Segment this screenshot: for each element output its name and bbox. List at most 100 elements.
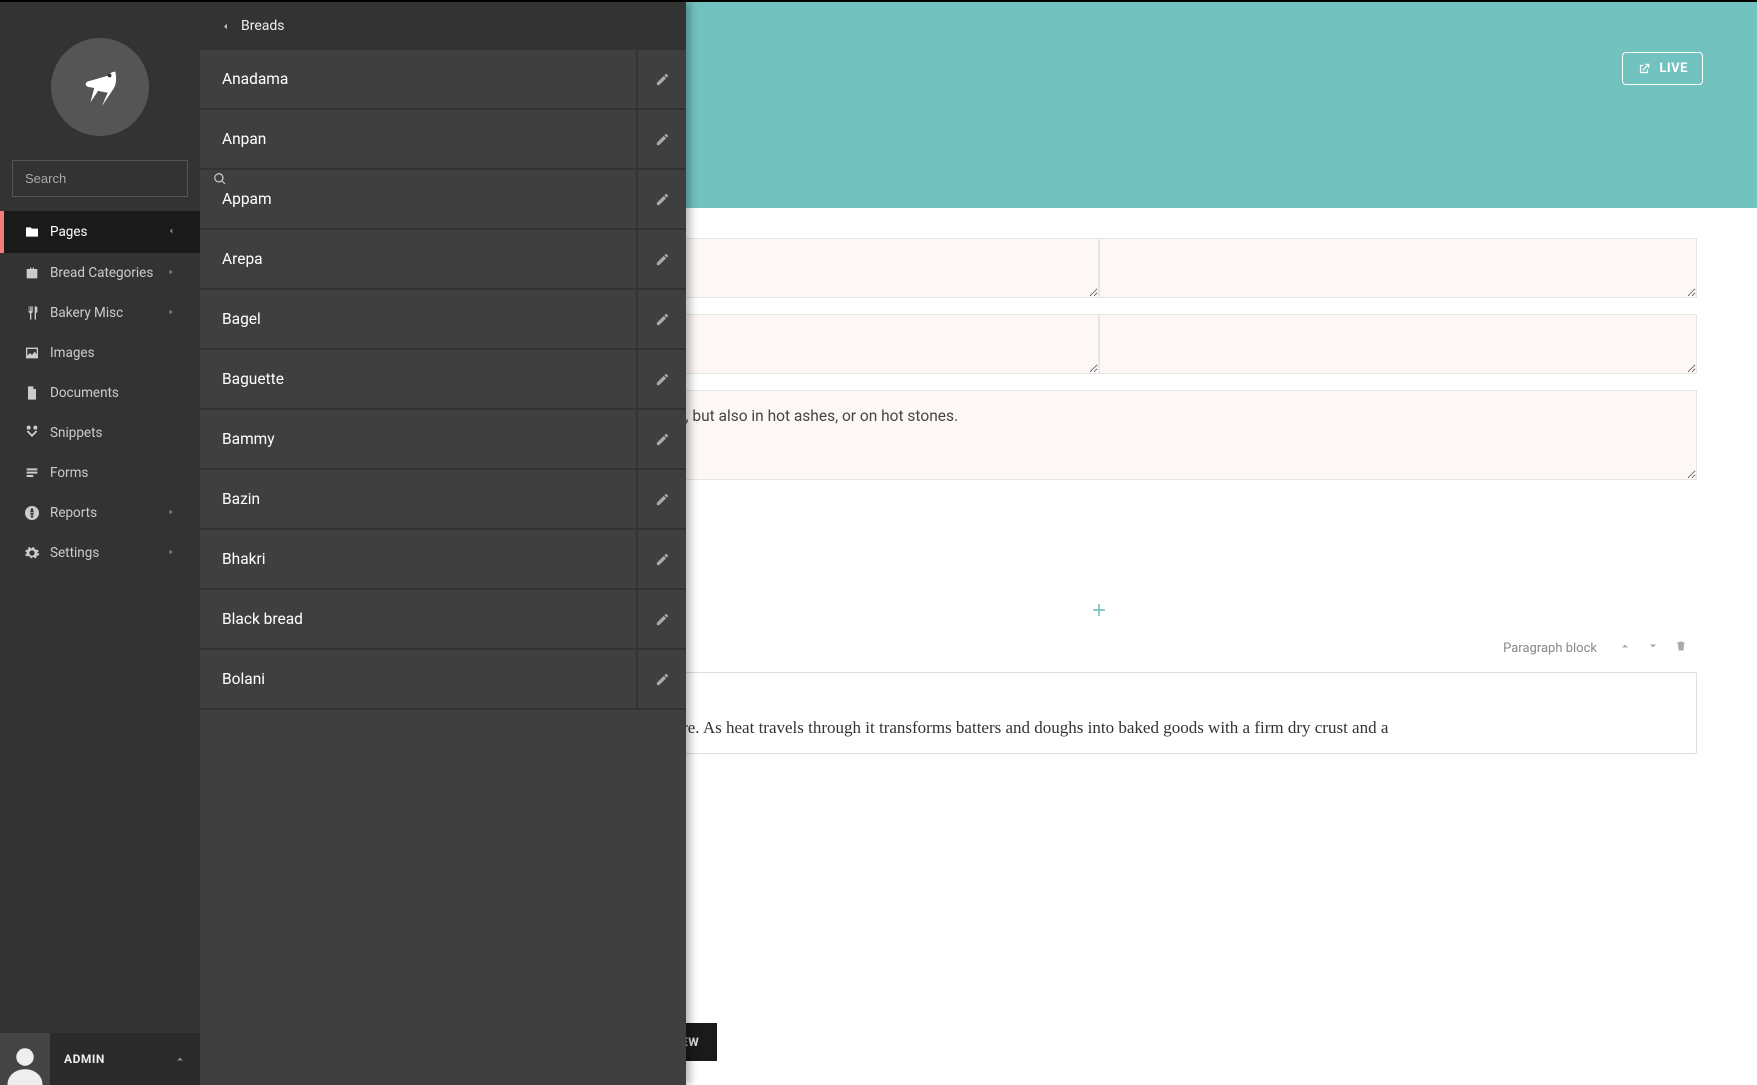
chevron-up-icon <box>1619 640 1631 652</box>
pencil-icon <box>655 432 670 447</box>
nav-label: Images <box>50 345 176 361</box>
flyout-item-edit[interactable] <box>636 530 686 588</box>
user-footer[interactable]: ADMIN <box>0 1033 200 1085</box>
flyout-item-edit[interactable] <box>636 170 686 228</box>
flyout-item-edit[interactable] <box>636 50 686 108</box>
chevron-right-icon <box>166 224 176 240</box>
chevron-up-icon <box>174 1053 186 1065</box>
flyout-item-link[interactable]: Bagel <box>200 290 636 348</box>
flyout-item-link[interactable]: Bammy <box>200 410 636 468</box>
chevron-down-icon <box>1647 640 1659 652</box>
flyout-item: Bazin <box>200 470 686 530</box>
trash-icon <box>1675 640 1687 652</box>
pencil-icon <box>655 492 670 507</box>
pencil-icon <box>655 372 670 387</box>
nav-images[interactable]: Images <box>0 333 200 373</box>
nav-reports[interactable]: Reports <box>0 493 200 533</box>
pencil-icon <box>655 552 670 567</box>
pencil-icon <box>655 252 670 267</box>
flyout-item-edit[interactable] <box>636 350 686 408</box>
user-chevron <box>174 1050 186 1069</box>
title-input-right[interactable] <box>1099 238 1698 298</box>
flyout-item-edit[interactable] <box>636 470 686 528</box>
nav: Pages Bread Categories Bakery Misc Images Do… <box>0 211 200 1033</box>
window-top-border <box>0 0 1757 2</box>
pencil-icon <box>655 672 670 687</box>
flyout-item: Bhakri <box>200 530 686 590</box>
live-button[interactable]: LIVE <box>1622 52 1703 85</box>
flyout-item-link[interactable]: Bazin <box>200 470 636 528</box>
pencil-icon <box>655 132 670 147</box>
nav-pages[interactable]: Pages <box>0 211 200 253</box>
nav-label: Documents <box>50 385 176 401</box>
chevron-right-icon <box>166 265 176 281</box>
nav-settings[interactable]: Settings <box>0 533 200 573</box>
nav-label: Settings <box>50 545 166 561</box>
flyout-item-link[interactable]: Anpan <box>200 110 636 168</box>
nav-label: Snippets <box>50 425 176 441</box>
flyout-item-link[interactable]: Bolani <box>200 650 636 708</box>
flyout-item-link[interactable]: Bhakri <box>200 530 636 588</box>
snippet-icon <box>24 425 50 441</box>
nav-snippets[interactable]: Snippets <box>0 413 200 453</box>
block-delete[interactable] <box>1675 640 1687 656</box>
flyout-item-edit[interactable] <box>636 290 686 348</box>
logo-area <box>0 2 200 160</box>
bird-icon <box>77 64 123 110</box>
nav-bread-categories[interactable]: Bread Categories <box>0 253 200 293</box>
briefcase-icon <box>24 265 50 281</box>
flyout-item: Arepa <box>200 230 686 290</box>
block-move-up[interactable] <box>1619 640 1631 656</box>
flyout-item-link[interactable]: Arepa <box>200 230 636 288</box>
chevron-right-icon <box>166 305 176 321</box>
image-icon <box>24 345 50 361</box>
block-move-down[interactable] <box>1647 640 1659 656</box>
flyout-item-edit[interactable] <box>636 110 686 168</box>
nav-forms[interactable]: Forms <box>0 453 200 493</box>
subtitle-input-right[interactable] <box>1099 314 1698 374</box>
globe-icon <box>24 505 50 521</box>
external-link-icon <box>1637 62 1651 76</box>
search-icon <box>213 172 227 186</box>
pencil-icon <box>655 192 670 207</box>
flyout-item: Appam <box>200 170 686 230</box>
user-name: ADMIN <box>50 1052 174 1066</box>
search-row <box>0 160 200 211</box>
nav-label: Bakery Misc <box>50 305 166 321</box>
flyout-item-edit[interactable] <box>636 650 686 708</box>
flyout-item: Bagel <box>200 290 686 350</box>
search-wrap <box>12 160 188 197</box>
flyout-item-link[interactable]: Anadama <box>200 50 636 108</box>
document-icon <box>24 385 50 401</box>
flyout-item-link[interactable]: Baguette <box>200 350 636 408</box>
flyout-item-edit[interactable] <box>636 230 686 288</box>
nav-documents[interactable]: Documents <box>0 373 200 413</box>
flyout-item-link[interactable]: Black bread <box>200 590 636 648</box>
app-logo[interactable] <box>51 38 149 136</box>
flyout-item: Baguette <box>200 350 686 410</box>
flyout-item: Bammy <box>200 410 686 470</box>
flyout-breadcrumb[interactable]: Breads <box>200 2 686 50</box>
pencil-icon <box>655 72 670 87</box>
flyout-item: Black bread <box>200 590 686 650</box>
nav-label: Reports <box>50 505 166 521</box>
cog-icon <box>24 545 50 561</box>
pages-flyout: Breads AnadamaAnpanAppamArepaBagelBaguet… <box>200 2 686 1085</box>
flyout-list: AnadamaAnpanAppamArepaBagelBaguetteBammy… <box>200 50 686 710</box>
nav-label: Bread Categories <box>50 265 166 281</box>
flyout-item-link[interactable]: Appam <box>200 170 636 228</box>
sidebar: Pages Bread Categories Bakery Misc Images Do… <box>0 2 200 1085</box>
nav-label: Pages <box>50 224 166 240</box>
chevron-right-icon <box>166 505 176 521</box>
flyout-item-edit[interactable] <box>636 410 686 468</box>
form-icon <box>24 465 50 481</box>
folder-icon <box>24 224 50 240</box>
pencil-icon <box>655 612 670 627</box>
flyout-item-edit[interactable] <box>636 590 686 648</box>
plus-icon <box>1089 600 1109 620</box>
search-button[interactable] <box>213 172 227 186</box>
chevron-right-icon <box>166 545 176 561</box>
flyout-item: Bolani <box>200 650 686 710</box>
search-input[interactable] <box>13 161 213 196</box>
nav-bakery-misc[interactable]: Bakery Misc <box>0 293 200 333</box>
